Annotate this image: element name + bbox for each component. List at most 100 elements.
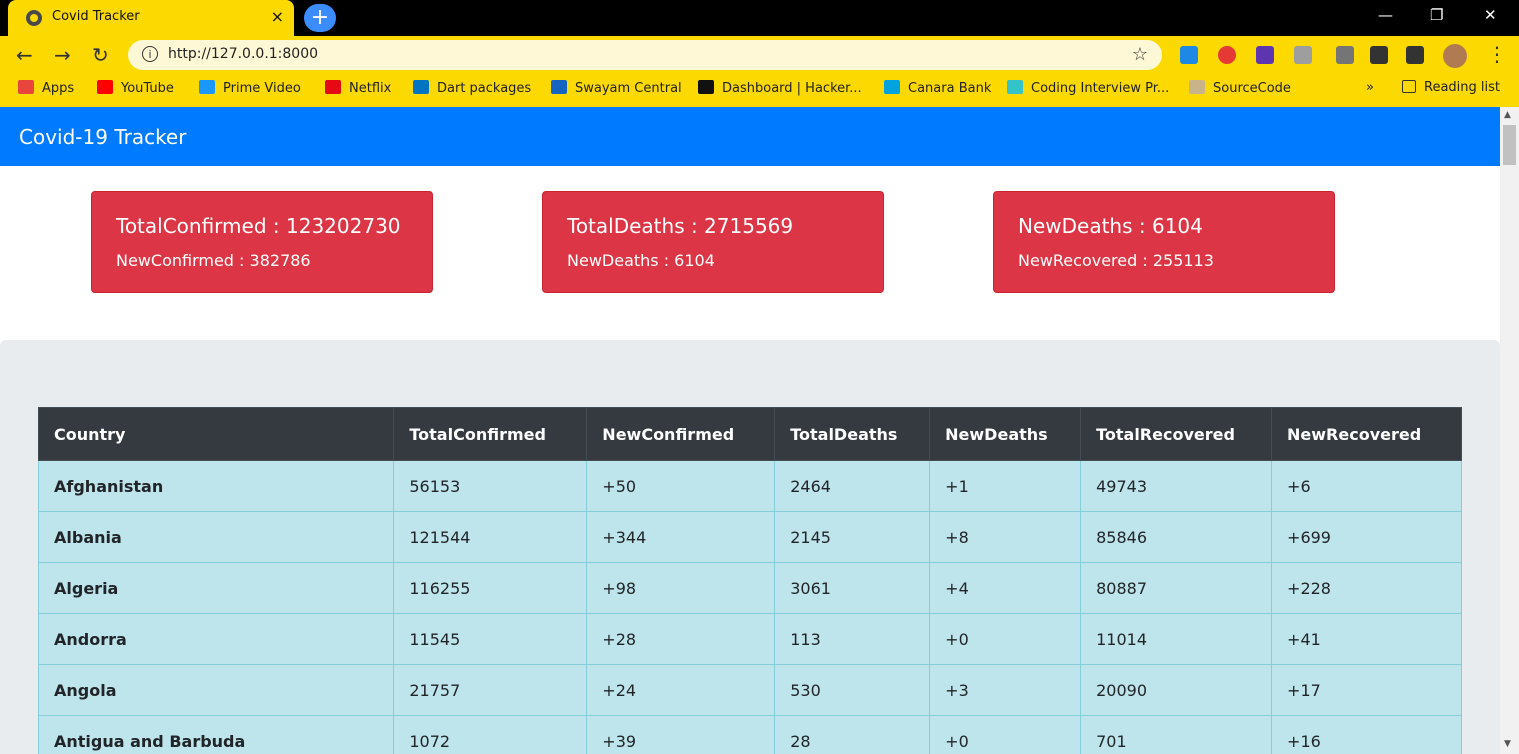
table-cell: +0 bbox=[929, 613, 1082, 665]
table-cell: 49743 bbox=[1080, 460, 1273, 512]
scroll-up-icon[interactable]: ▲ bbox=[1504, 110, 1511, 120]
table-cell: +3 bbox=[929, 664, 1082, 716]
avatar[interactable] bbox=[1443, 44, 1467, 68]
graduation-extension-icon[interactable] bbox=[1256, 46, 1274, 64]
gear-extension-icon[interactable] bbox=[1336, 46, 1354, 64]
vertical-scrollbar[interactable]: ▲ ▼ bbox=[1500, 107, 1519, 754]
card-text: NewDeaths : 6104 bbox=[567, 251, 715, 270]
bookmark-item[interactable]: Dart packages bbox=[413, 80, 531, 96]
bookmark-item[interactable]: Coding Interview Pr... bbox=[1007, 80, 1169, 96]
reading-list-button[interactable]: Reading list bbox=[1402, 80, 1500, 95]
table-cell: +24 bbox=[586, 664, 776, 716]
card-title: TotalConfirmed : 123202730 bbox=[116, 214, 401, 238]
table-header-row: Country TotalConfirmed NewConfirmed Tota… bbox=[37, 407, 1462, 461]
reload-icon[interactable]: ↻ bbox=[92, 43, 109, 67]
browser-tab[interactable]: Covid Tracker × bbox=[8, 0, 294, 36]
adblock-extension-icon[interactable] bbox=[1218, 46, 1236, 64]
table-cell: +1 bbox=[929, 460, 1082, 512]
menu-icon[interactable]: ⋮ bbox=[1487, 42, 1507, 66]
forward-icon[interactable]: → bbox=[54, 43, 71, 67]
netflix-icon bbox=[325, 80, 341, 94]
swayam-icon bbox=[551, 80, 567, 94]
column-header: TotalRecovered bbox=[1080, 407, 1273, 461]
maximize-icon[interactable]: ❐ bbox=[1430, 6, 1443, 24]
close-window-icon[interactable]: ✕ bbox=[1484, 6, 1497, 24]
window-extension-icon[interactable] bbox=[1294, 46, 1312, 64]
total-deaths-card: TotalDeaths : 2715569 NewDeaths : 6104 bbox=[542, 191, 884, 293]
table-cell: 56153 bbox=[393, 460, 588, 512]
scrollbar-thumb[interactable] bbox=[1503, 125, 1516, 165]
bookmark-label: Prime Video bbox=[223, 81, 301, 96]
column-header: TotalDeaths bbox=[774, 407, 931, 461]
table-row: Algeria 116255 +98 3061 +4 80887 +228 bbox=[37, 562, 1462, 614]
bookmark-label: Canara Bank bbox=[908, 81, 992, 96]
bookmark-label: Coding Interview Pr... bbox=[1031, 81, 1170, 96]
navbar-brand[interactable]: Covid-19 Tracker bbox=[19, 125, 186, 149]
bookmark-item[interactable]: Prime Video bbox=[199, 80, 301, 96]
navbar: Covid-19 Tracker bbox=[0, 107, 1500, 166]
table-cell: +4 bbox=[929, 562, 1082, 614]
table-cell: +228 bbox=[1271, 562, 1462, 614]
bookmark-item[interactable]: YouTube bbox=[97, 80, 174, 96]
new-tab-button[interactable]: + bbox=[304, 4, 336, 32]
table-cell: +39 bbox=[586, 715, 776, 754]
scroll-down-icon[interactable]: ▼ bbox=[1504, 739, 1511, 749]
bookmark-label: Netflix bbox=[349, 81, 392, 96]
table-cell: 80887 bbox=[1080, 562, 1273, 614]
table-cell: +0 bbox=[929, 715, 1082, 754]
table-cell: +50 bbox=[586, 460, 776, 512]
bookmarks-overflow-icon[interactable]: » bbox=[1366, 80, 1374, 95]
country-cell: Afghanistan bbox=[37, 460, 395, 512]
table-cell: +16 bbox=[1271, 715, 1462, 754]
hackerrank-icon bbox=[698, 80, 714, 94]
table-row: Antigua and Barbuda 1072 +39 28 +0 701 +16 bbox=[37, 715, 1462, 754]
card-text: NewConfirmed : 382786 bbox=[116, 251, 311, 270]
url-text[interactable]: http://127.0.0.1:8000 bbox=[168, 46, 318, 62]
table-body: Afghanistan 56153 +50 2464 +1 49743 +6 Albania 1… bbox=[37, 460, 1462, 754]
site-info-icon[interactable]: i bbox=[142, 46, 158, 62]
total-confirmed-card: TotalConfirmed : 123202730 NewConfirmed … bbox=[91, 191, 433, 293]
table-cell: +344 bbox=[586, 511, 776, 563]
country-cell: Antigua and Barbuda bbox=[37, 715, 395, 754]
column-header: TotalConfirmed bbox=[393, 407, 588, 461]
country-cell: Albania bbox=[37, 511, 395, 563]
table-cell: 113 bbox=[774, 613, 931, 665]
card-title: TotalDeaths : 2715569 bbox=[567, 214, 794, 238]
bookmark-item[interactable]: Canara Bank bbox=[884, 80, 991, 96]
bookmark-label: Dashboard | Hacker... bbox=[722, 81, 862, 96]
ui-extension-icon[interactable] bbox=[1180, 46, 1198, 64]
bookmark-item[interactable]: Swayam Central bbox=[551, 80, 682, 96]
table-cell: 701 bbox=[1080, 715, 1273, 754]
back-icon[interactable]: ← bbox=[16, 43, 33, 67]
tab-close-icon[interactable]: × bbox=[271, 7, 284, 26]
table-cell: 3061 bbox=[774, 562, 931, 614]
column-header: NewRecovered bbox=[1271, 407, 1462, 461]
table-cell: 11014 bbox=[1080, 613, 1273, 665]
country-cell: Andorra bbox=[37, 613, 395, 665]
bookmark-item[interactable]: SourceCode bbox=[1189, 80, 1291, 96]
coding-interview-icon bbox=[1007, 80, 1023, 94]
bookmark-label: Apps bbox=[42, 81, 75, 96]
bookmark-label: SourceCode bbox=[1213, 81, 1291, 96]
table-cell: +28 bbox=[586, 613, 776, 665]
table-cell: +8 bbox=[929, 511, 1082, 563]
tab-title: Covid Tracker bbox=[52, 9, 140, 24]
table-cell: 1072 bbox=[393, 715, 588, 754]
bookmark-item[interactable]: Apps bbox=[18, 80, 74, 96]
minimize-icon[interactable]: — bbox=[1378, 6, 1393, 24]
new-deaths-card: NewDeaths : 6104 NewRecovered : 255113 bbox=[993, 191, 1335, 293]
bookmark-label: YouTube bbox=[121, 81, 174, 96]
table-cell: +699 bbox=[1271, 511, 1462, 563]
bookmark-item[interactable]: Dashboard | Hacker... bbox=[698, 80, 862, 96]
puzzle-icon[interactable] bbox=[1370, 46, 1388, 64]
table-cell: 28 bbox=[774, 715, 931, 754]
table-row: Angola 21757 +24 530 +3 20090 +17 bbox=[37, 664, 1462, 716]
table-cell: +98 bbox=[586, 562, 776, 614]
bookmark-item[interactable]: Netflix bbox=[325, 80, 391, 96]
prime-video-icon bbox=[199, 80, 215, 94]
media-control-icon[interactable] bbox=[1406, 46, 1424, 64]
bookmark-star-icon[interactable]: ☆ bbox=[1132, 44, 1148, 65]
country-stats-table: Country TotalConfirmed NewConfirmed Tota… bbox=[37, 407, 1462, 754]
table-cell: 2464 bbox=[774, 460, 931, 512]
address-bar[interactable]: i http://127.0.0.1:8000 ☆ bbox=[128, 40, 1162, 70]
